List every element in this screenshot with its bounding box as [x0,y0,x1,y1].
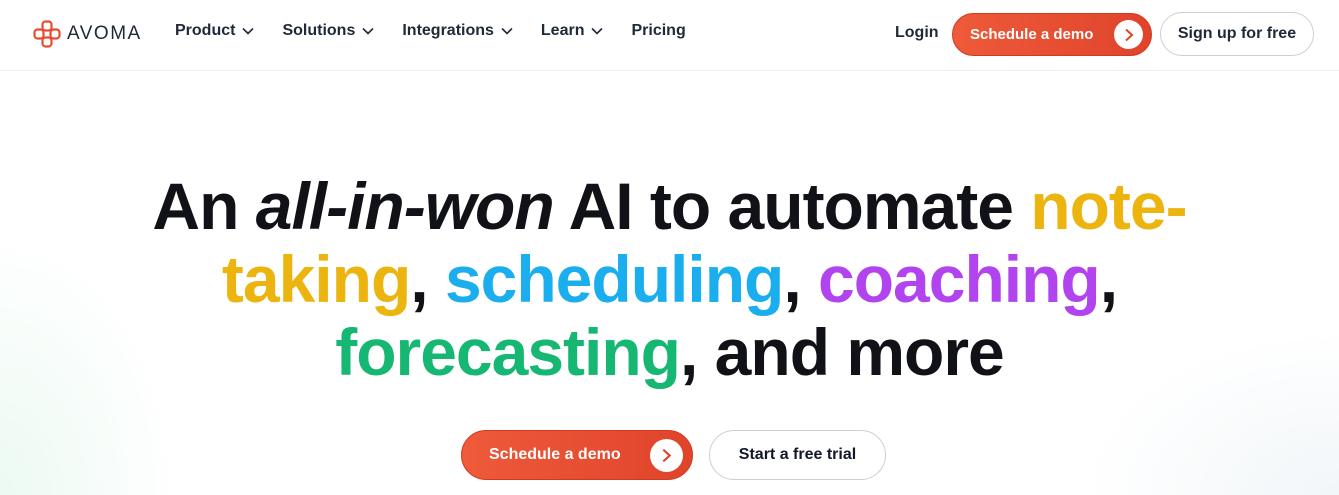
nav-item-pricing[interactable]: Pricing [631,22,685,40]
nav-item-label: Pricing [631,22,686,39]
avoma-logo-icon [33,20,61,48]
hero-schedule-demo-label: Schedule a demo [489,446,621,463]
headline-highlight-scheduling: scheduling [444,242,784,316]
brand-name: AVOMA [67,23,142,44]
schedule-demo-button[interactable]: Schedule a demo [952,13,1152,56]
nav-item-label: Solutions [282,22,356,39]
chevron-down-icon [362,27,374,35]
nav-item-label: Product [175,22,236,39]
nav-item-label: Integrations [402,22,494,39]
signup-button[interactable]: Sign up for free [1160,12,1314,56]
headline-highlight-forecasting: forecasting [335,315,681,389]
nav-item-solutions[interactable]: Solutions [282,22,374,40]
login-link[interactable]: Login [895,24,939,42]
nav-item-integrations[interactable]: Integrations [402,22,513,40]
hero-headline: An all-in-won AI to automate note- takin… [0,170,1339,389]
headline-separator: , [410,242,445,316]
nav-item-product[interactable]: Product [175,22,255,40]
headline-text: , and more [680,315,1005,389]
chevron-right-icon [1114,20,1143,49]
headline-text: An [152,169,256,243]
hero-schedule-demo-button[interactable]: Schedule a demo [461,430,693,480]
headline-line-1: An all-in-won AI to automate note- [0,170,1339,243]
headline-separator: , [1099,242,1118,316]
schedule-demo-label: Schedule a demo [970,26,1094,43]
headline-highlight-note: note- [1030,169,1187,243]
site-header: AVOMA Product Solutions Integrations Lea… [0,0,1339,70]
headline-separator: , [783,242,819,316]
headline-line-2: taking, scheduling, coaching, [0,243,1339,316]
chevron-down-icon [242,27,255,35]
main-nav: Product Solutions Integrations Learn Pri… [175,22,714,40]
headline-emphasis: all-in-won [255,169,555,243]
headline-highlight-coaching: coaching [818,242,1101,316]
chevron-right-icon [650,439,683,472]
start-free-trial-button[interactable]: Start a free trial [709,430,886,480]
nav-item-learn[interactable]: Learn [541,22,604,40]
headline-text: AI to automate [553,169,1031,243]
chevron-down-icon [591,27,604,35]
brand-logo[interactable]: AVOMA [33,20,142,48]
chevron-down-icon [501,27,513,35]
nav-item-label: Learn [540,22,585,39]
headline-highlight-taking: taking [221,242,411,316]
headline-line-3: forecasting, and more [0,316,1339,389]
